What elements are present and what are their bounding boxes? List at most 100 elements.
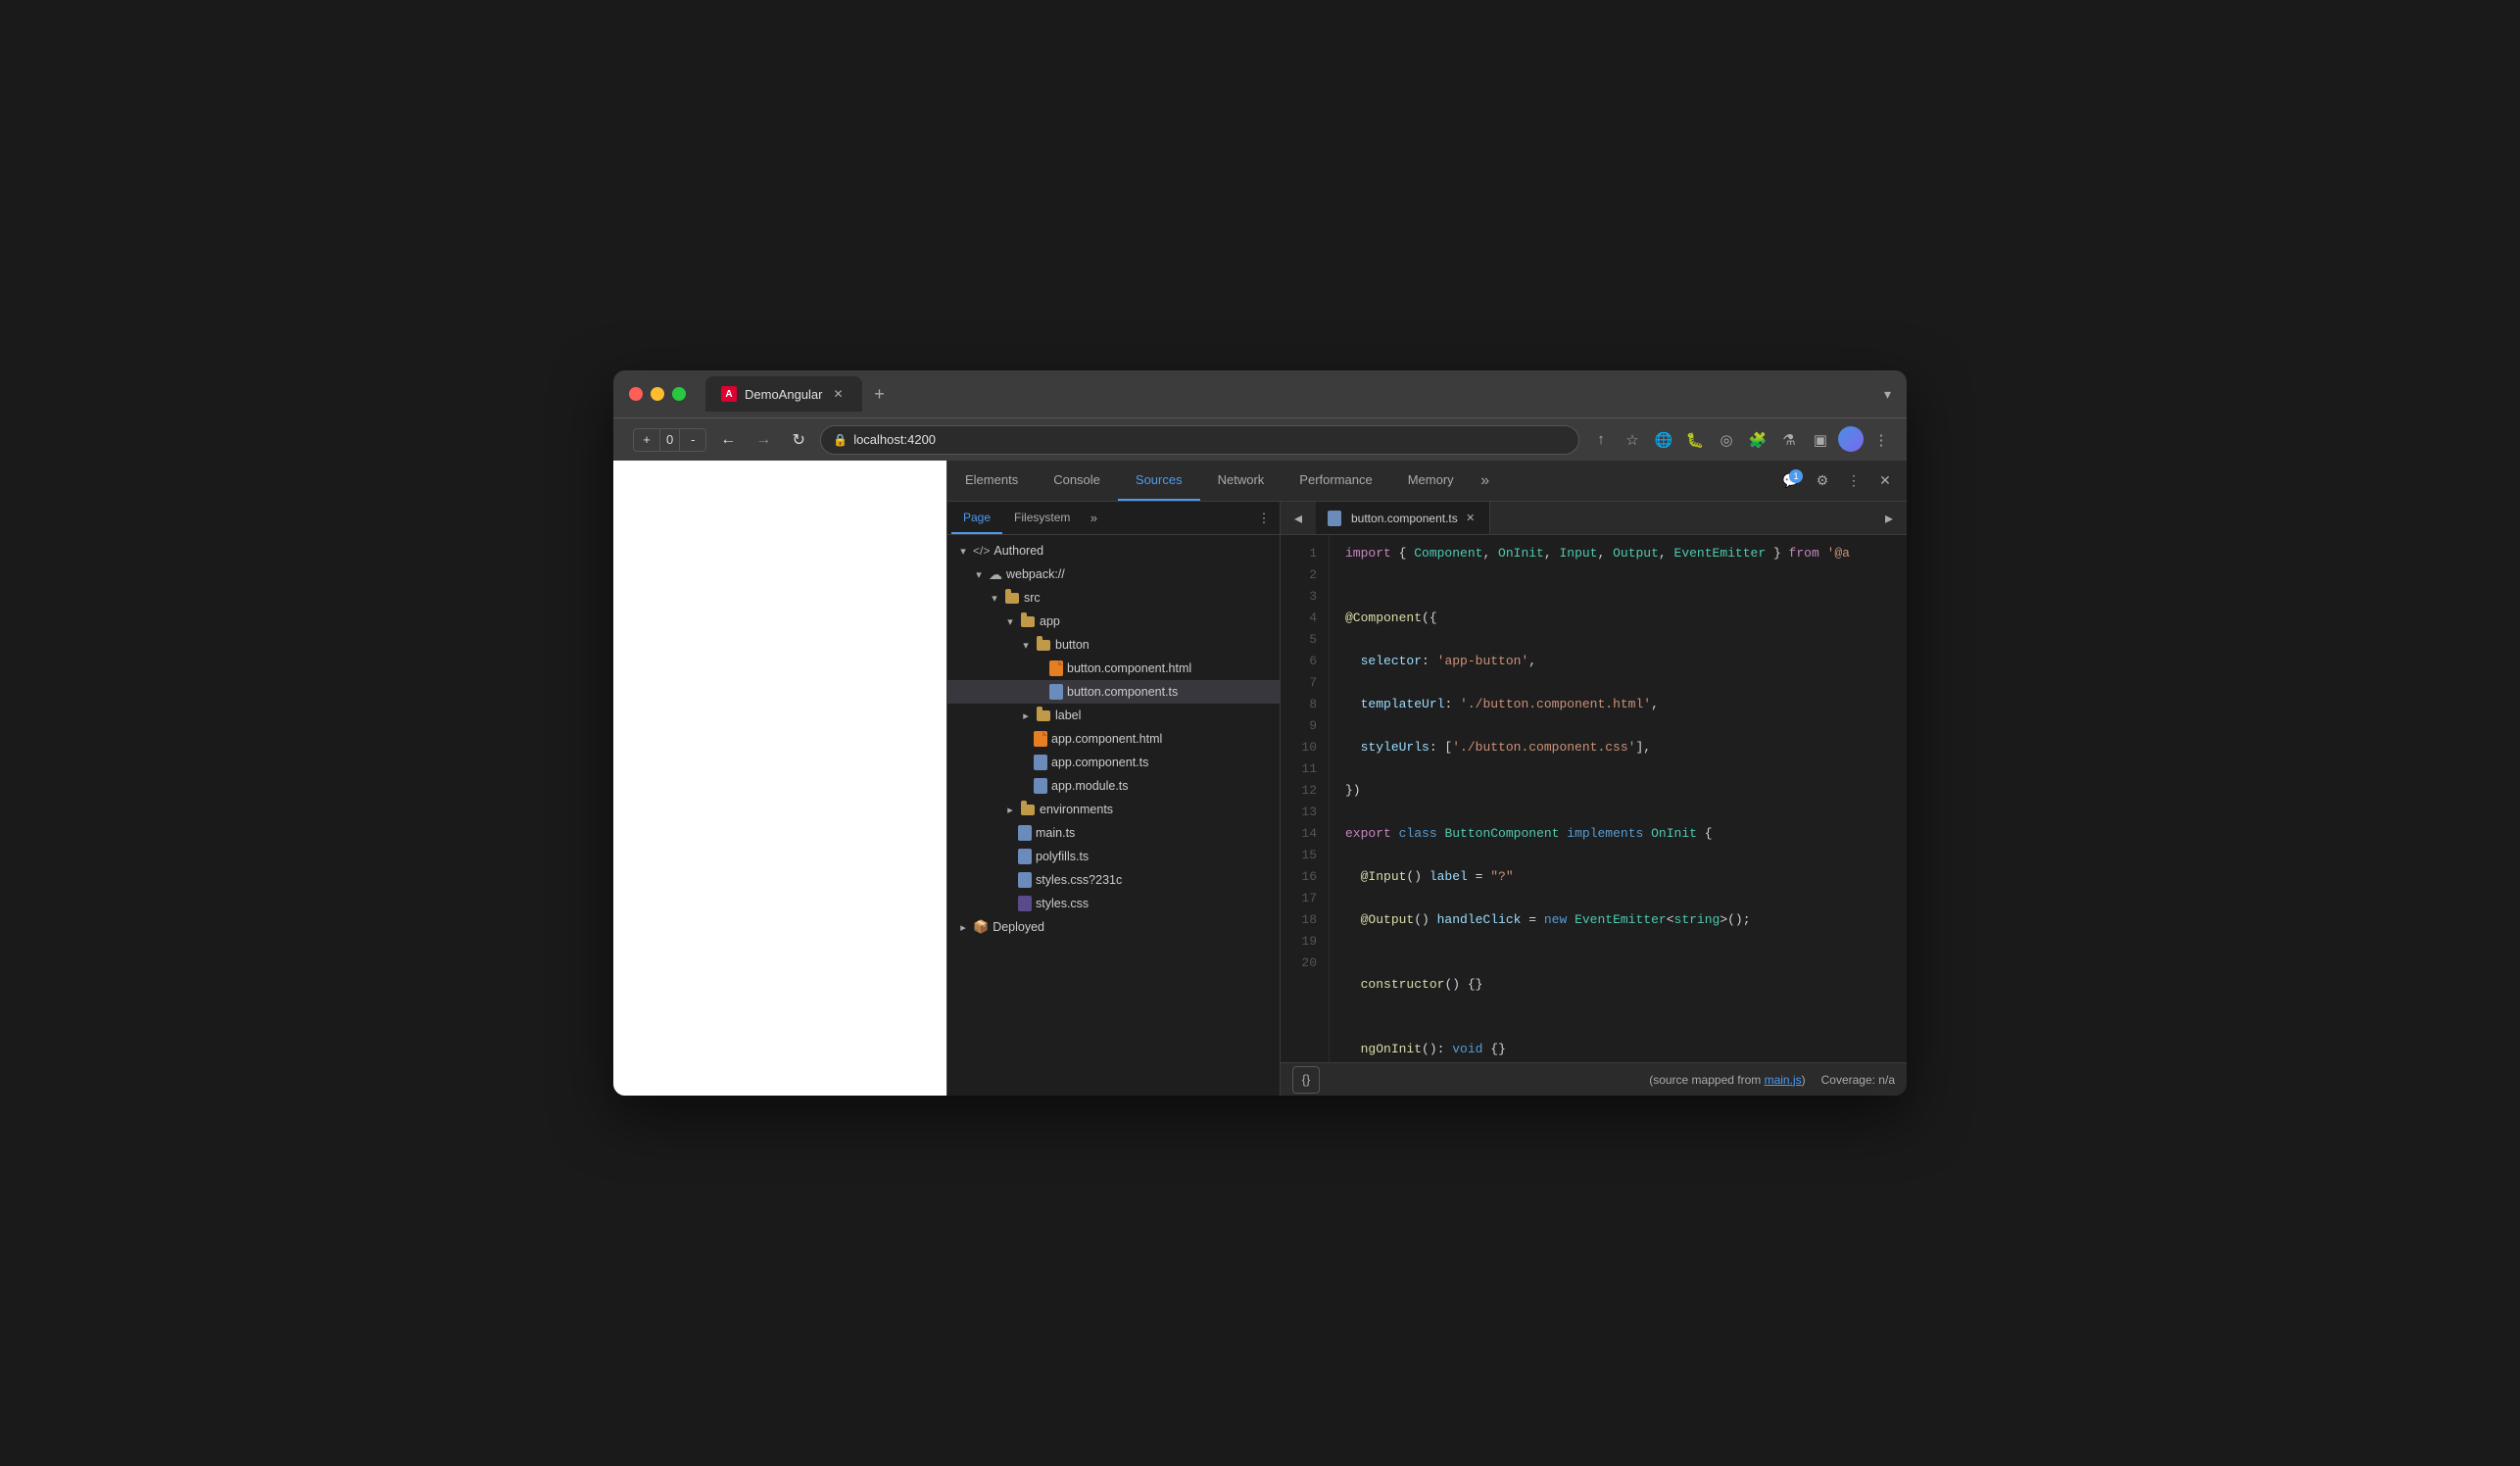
address-bar[interactable]: 🔒 localhost:4200 — [820, 425, 1579, 455]
forward-button[interactable]: → — [750, 426, 777, 454]
extensions-button[interactable]: 🌐 — [1650, 426, 1677, 454]
tab-performance[interactable]: Performance — [1282, 461, 1389, 501]
button-html-label: button.component.html — [1067, 661, 1191, 675]
address-lock-icon: 🔒 — [833, 433, 848, 447]
bookmark-button[interactable]: ☆ — [1619, 426, 1646, 454]
zoom-plus-button[interactable]: + — [633, 428, 660, 452]
close-button[interactable] — [629, 387, 643, 401]
maximize-button[interactable] — [672, 387, 686, 401]
back-button[interactable]: ← — [714, 426, 742, 454]
source-mapped-suffix: ) — [1802, 1073, 1806, 1087]
zoom-minus-button[interactable]: - — [679, 428, 706, 452]
app-html-icon — [1034, 731, 1047, 747]
tree-item-webpack[interactable]: ☁ webpack:// — [947, 562, 1280, 586]
tree-item-authored[interactable]: </> Authored — [947, 539, 1280, 562]
tree-item-button[interactable]: button — [947, 633, 1280, 657]
sidebar-tab-filesystem[interactable]: Filesystem — [1002, 502, 1082, 534]
devtools-tabs: Elements Console Sources Network Perform… — [947, 461, 1777, 501]
button-arrow — [1018, 637, 1034, 653]
devtools-actions: 💬 1 ⚙ ⋮ ✕ — [1777, 467, 1907, 495]
panel-toggle-right[interactable]: ▸ — [1875, 505, 1903, 532]
sidebar-tab-page[interactable]: Page — [951, 502, 1002, 534]
status-bar: {} (source mapped from main.js)Coverage:… — [1281, 1062, 1907, 1096]
styles-hash-label: styles.css?231c — [1036, 873, 1122, 887]
browser-tab[interactable]: A DemoAngular ✕ — [705, 376, 862, 412]
tab-close-button[interactable]: ✕ — [831, 386, 847, 402]
sources-panel: Page Filesystem » ⋮ </> Authore — [947, 502, 1907, 1096]
tree-item-label[interactable]: label — [947, 704, 1280, 727]
src-folder-icon — [1004, 590, 1020, 606]
main-ts-icon — [1018, 825, 1032, 841]
devtools-settings-button[interactable]: ⚙ — [1809, 467, 1836, 495]
tree-item-styles-hash[interactable]: styles.css?231c — [947, 868, 1280, 892]
tree-item-styles-css[interactable]: styles.css — [947, 892, 1280, 915]
source-mapped-link[interactable]: main.js — [1765, 1073, 1802, 1087]
devtools-top-bar: Elements Console Sources Network Perform… — [947, 461, 1907, 502]
tree-item-environments[interactable]: environments — [947, 798, 1280, 821]
devtools-close-button[interactable]: ✕ — [1871, 467, 1899, 495]
new-tab-button[interactable]: + — [866, 380, 894, 408]
extensions2-button[interactable]: 🧩 — [1744, 426, 1771, 454]
tab-title: DemoAngular — [745, 387, 823, 402]
tree-item-src[interactable]: src — [947, 586, 1280, 610]
tab-network[interactable]: Network — [1200, 461, 1283, 501]
minimize-button[interactable] — [651, 387, 664, 401]
tab-sources[interactable]: Sources — [1118, 461, 1200, 501]
tree-item-app-ts[interactable]: app.component.ts — [947, 751, 1280, 774]
devtools-panel: Elements Console Sources Network Perform… — [946, 461, 1907, 1096]
code-content[interactable]: 1 2 3 4 5 6 7 8 9 10 11 12 13 — [1281, 535, 1907, 1062]
devtools-more-button[interactable]: ⋮ — [1840, 467, 1867, 495]
button-ts-icon — [1049, 684, 1063, 700]
bug-button[interactable]: 🐛 — [1681, 426, 1709, 454]
tab-memory[interactable]: Memory — [1390, 461, 1472, 501]
sidebar-tabs-more[interactable]: » — [1082, 507, 1105, 530]
styles-css-icon — [1018, 896, 1032, 911]
unknown-btn1[interactable]: ◎ — [1713, 426, 1740, 454]
notification-badge: 1 — [1789, 469, 1803, 483]
label-label: label — [1055, 709, 1081, 722]
tree-item-app-module[interactable]: app.module.ts — [947, 774, 1280, 798]
more-button[interactable]: ⋮ — [1867, 426, 1895, 454]
title-bar: A DemoAngular ✕ + ▾ — [613, 370, 1907, 417]
styles-css-label: styles.css — [1036, 897, 1089, 910]
webpack-label: webpack:// — [1006, 567, 1065, 581]
browser-window: A DemoAngular ✕ + ▾ + 0 - ← → ↻ 🔒 localh… — [613, 370, 1907, 1096]
format-button[interactable]: {} — [1292, 1066, 1320, 1094]
app-label: app — [1040, 614, 1060, 628]
button-ts-label: button.component.ts — [1067, 685, 1178, 699]
code-lines: import { Component, OnInit, Input, Outpu… — [1330, 535, 1907, 1062]
address-url: localhost:4200 — [853, 432, 936, 447]
tab-list-button[interactable]: ▾ — [1884, 386, 1891, 403]
tab-bar: A DemoAngular ✕ + — [705, 376, 1872, 412]
tab-more-button[interactable]: » — [1472, 467, 1499, 495]
tree-item-polyfills[interactable]: polyfills.ts — [947, 845, 1280, 868]
layout-button[interactable]: ▣ — [1807, 426, 1834, 454]
editor-tab-close[interactable]: ✕ — [1464, 512, 1478, 525]
tree-item-main-ts[interactable]: main.ts — [947, 821, 1280, 845]
environments-folder-icon — [1020, 802, 1036, 817]
authored-arrow — [955, 543, 971, 559]
panel-toggle-left[interactable]: ◂ — [1284, 505, 1312, 532]
editor-tab-button-ts[interactable]: button.component.ts ✕ — [1316, 502, 1490, 534]
tab-elements[interactable]: Elements — [947, 461, 1036, 501]
tree-item-app-html[interactable]: app.component.html — [947, 727, 1280, 751]
app-ts-label: app.component.ts — [1051, 756, 1148, 769]
tab-console[interactable]: Console — [1036, 461, 1118, 501]
code-editor: ◂ button.component.ts ✕ ▸ — [1281, 502, 1907, 1096]
sidebar-menu-button[interactable]: ⋮ — [1252, 507, 1276, 530]
environments-arrow — [1002, 802, 1018, 817]
line-numbers: 1 2 3 4 5 6 7 8 9 10 11 12 13 — [1281, 535, 1330, 1062]
tree-item-button-html[interactable]: button.component.html — [947, 657, 1280, 680]
tree-item-deployed[interactable]: 📦 Deployed — [947, 915, 1280, 939]
tree-item-button-ts[interactable]: button.component.ts — [947, 680, 1280, 704]
flask-button[interactable]: ⚗ — [1775, 426, 1803, 454]
notifications-button[interactable]: 💬 1 — [1777, 467, 1805, 495]
profile-avatar[interactable] — [1838, 426, 1864, 452]
environments-label: environments — [1040, 803, 1113, 816]
refresh-button[interactable]: ↻ — [785, 426, 812, 454]
coverage-text: Coverage: n/a — [1821, 1073, 1895, 1087]
tree-item-app[interactable]: app — [947, 610, 1280, 633]
file-tree: </> Authored ☁ webpack:// — [947, 535, 1280, 1096]
share-button[interactable]: ↑ — [1587, 426, 1615, 454]
webpack-arrow — [971, 566, 987, 582]
